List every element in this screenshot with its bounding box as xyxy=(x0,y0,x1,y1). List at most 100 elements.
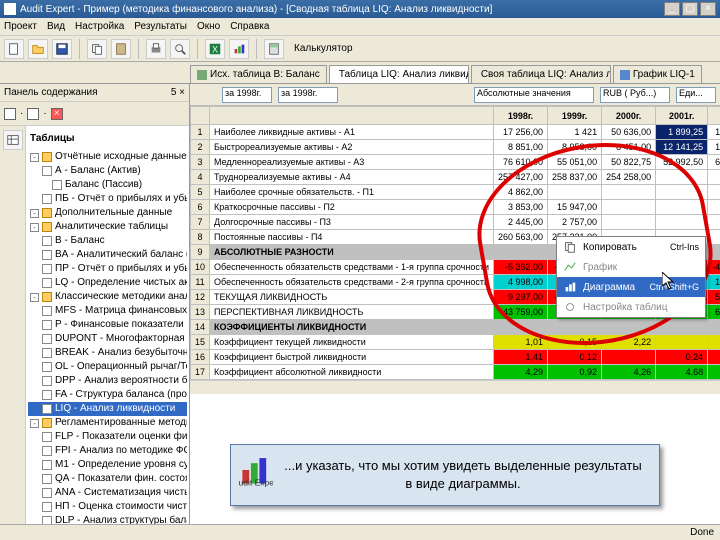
tree-node-label[interactable]: ANA - Систематизация чистых актив... xyxy=(55,486,187,500)
table-row[interactable]: 6Краткосрочные пассивы - П23 853,0015 94… xyxy=(191,200,720,215)
table-row[interactable]: 2Быстрореализуемые активы - А28 851,008 … xyxy=(191,140,720,155)
data-cell[interactable]: 8 958,00 xyxy=(548,140,602,155)
data-cell[interactable] xyxy=(656,335,708,350)
row-name[interactable]: Коэффициент абсолютной ликвидности xyxy=(210,365,494,380)
data-cell[interactable]: 50 822,75 xyxy=(602,155,656,170)
data-cell[interactable] xyxy=(708,230,720,245)
row-name[interactable]: Обеспеченность обязательств средствами -… xyxy=(210,260,494,275)
tree-node[interactable]: DUPONT - Многофакторная модель ... xyxy=(28,332,187,346)
chart-button[interactable] xyxy=(229,39,249,59)
tree-node-label[interactable]: LIQ - Анализ ликвидности xyxy=(55,402,175,416)
close-panel-button[interactable]: × xyxy=(51,108,63,120)
tree-node[interactable]: M1 - Определение уровня существ... xyxy=(28,458,187,472)
tree-node-label[interactable]: BA - Аналитический баланс (Россия) xyxy=(55,248,187,262)
preview-button[interactable] xyxy=(170,39,190,59)
period-combo2[interactable]: за 1998г. xyxy=(278,87,338,103)
row-name[interactable]: ПЕРСПЕКТИВНАЯ ЛИКВИДНОСТЬ xyxy=(210,305,494,320)
copy-button[interactable] xyxy=(87,39,107,59)
data-cell[interactable] xyxy=(708,350,720,365)
data-cell[interactable] xyxy=(656,215,708,230)
data-cell[interactable]: 4,29 xyxy=(493,365,547,380)
tree-node-label[interactable]: DPP - Анализ вероятности банкротства xyxy=(55,374,187,388)
tab-liq[interactable]: Таблица LIQ: Анализ ликвидности xyxy=(329,65,469,83)
expand-icon[interactable]: - xyxy=(30,293,39,302)
row-name[interactable]: Наиболее срочные обязательств. - П1 xyxy=(210,185,494,200)
data-cell[interactable]: 12 8 xyxy=(708,140,720,155)
calc-label[interactable]: Калькулятор xyxy=(288,43,359,54)
menu-settings[interactable]: Настройка xyxy=(75,21,124,32)
tree-node[interactable]: P - Финансовые показатели (нов. xyxy=(28,318,187,332)
row-name[interactable]: Коэффициент быстрой ликвидности xyxy=(210,350,494,365)
row-name[interactable]: Труднореализуемые активы - А4 xyxy=(210,170,494,185)
data-cell[interactable]: 1,01 xyxy=(493,335,547,350)
menu-help[interactable]: Справка xyxy=(230,21,269,32)
row-name[interactable]: Быстрореализуемые активы - А2 xyxy=(210,140,494,155)
collapse-all-button[interactable] xyxy=(27,108,39,120)
data-cell[interactable] xyxy=(602,215,656,230)
tree-node-label[interactable]: FPI - Анализ по методике ФСФО (Пр... xyxy=(55,444,187,458)
tree-node[interactable]: НП - Оценка стоимости чистых акт... xyxy=(28,500,187,514)
data-cell[interactable]: 260 563,00 xyxy=(493,230,547,245)
data-cell[interactable]: 4,26 xyxy=(602,365,656,380)
row-name[interactable]: ТЕКУЩАЯ ЛИКВИДНОСТЬ xyxy=(210,290,494,305)
data-cell[interactable] xyxy=(708,185,720,200)
data-cell[interactable]: 2 757,00 xyxy=(548,215,602,230)
data-cell[interactable]: 62 3 xyxy=(708,305,720,320)
data-cell[interactable]: 254 258,00 xyxy=(602,170,656,185)
unit-combo[interactable]: RUB ( Руб...) xyxy=(600,87,670,103)
table-row[interactable]: 17Коэффициент абсолютной ликвидности4,29… xyxy=(191,365,720,380)
tree-node[interactable]: DLP - Анализ структуры баланса П... xyxy=(28,514,187,524)
row-name[interactable]: Коэффициент текущей ликвидности xyxy=(210,335,494,350)
data-cell[interactable]: 2 445,00 xyxy=(493,215,547,230)
maximize-button[interactable]: ▢ xyxy=(682,2,698,16)
tree-node[interactable]: ПР - Отчёт о прибылях и убытках xyxy=(28,262,187,276)
ctx-table-settings[interactable]: Настройка таблиц xyxy=(557,297,705,317)
period-combo[interactable]: за 1998г. xyxy=(222,87,272,103)
menu-project[interactable]: Проект xyxy=(4,21,37,32)
data-cell[interactable]: 1 421 xyxy=(548,125,602,140)
tree-node[interactable]: BA - Аналитический баланс (Россия) xyxy=(28,248,187,262)
table-row[interactable]: 7Долгосрочные пассивы - П32 445,002 757,… xyxy=(191,215,720,230)
tree-node[interactable]: -Аналитические таблицы xyxy=(28,220,187,234)
tree-node[interactable]: BREAK - Анализ безубыточности xyxy=(28,346,187,360)
data-cell[interactable]: 0,15 xyxy=(548,335,602,350)
data-cell[interactable]: 17 256,00 xyxy=(493,125,547,140)
tree-node-label[interactable]: Классические методики анализа xyxy=(55,290,187,304)
data-cell[interactable]: 52 992,50 xyxy=(656,155,708,170)
data-cell[interactable]: 2,22 xyxy=(602,335,656,350)
data-cell[interactable]: 17 8 xyxy=(708,125,720,140)
tree-node-label[interactable]: M1 - Определение уровня существ... xyxy=(55,458,187,472)
tree-node[interactable]: - Классические методики анализа xyxy=(28,290,187,304)
data-cell[interactable]: 1 899,25 xyxy=(656,125,708,140)
row-name[interactable]: Наиболее ликвидные активы - А1 xyxy=(210,125,494,140)
data-cell[interactable] xyxy=(656,200,708,215)
tree-node[interactable]: ANA - Систематизация чистых актив... xyxy=(28,486,187,500)
table-row[interactable]: 16Коэффициент быстрой ликвидности1,410,1… xyxy=(191,350,720,365)
tab-liq-own[interactable]: Своя таблица LIQ: Анализ ликвидности xyxy=(471,65,611,83)
data-cell[interactable]: 65 1 xyxy=(708,155,720,170)
tree-node[interactable]: Баланс (Пассив) xyxy=(28,178,187,192)
tab-chart[interactable]: График LIQ-1 xyxy=(613,65,702,83)
tree-node-label[interactable]: Регламентированные методики ан... xyxy=(55,416,187,430)
tree-node-label[interactable]: QA - Показатели фин. состояния с... xyxy=(55,472,187,486)
tree-node-label[interactable]: DLP - Анализ структуры баланса П... xyxy=(55,514,187,524)
data-cell[interactable]: -49 4 xyxy=(708,260,720,275)
expand-icon[interactable]: - xyxy=(30,419,39,428)
open-button[interactable] xyxy=(28,39,48,59)
menu-view[interactable]: Вид xyxy=(47,21,65,32)
data-cell[interactable] xyxy=(708,170,720,185)
data-cell[interactable]: 57 8 xyxy=(708,290,720,305)
expand-all-button[interactable] xyxy=(4,108,16,120)
table-row[interactable]: 5Наиболее срочные обязательств. - П14 86… xyxy=(191,185,720,200)
year-header[interactable]: 1998г. xyxy=(493,107,547,125)
new-button[interactable] xyxy=(4,39,24,59)
tree-node-label[interactable]: Отчётные исходные данные xyxy=(55,150,187,164)
tree-node[interactable]: LQ - Определение чистых активов ... xyxy=(28,276,187,290)
table-row[interactable]: 4Труднореализуемые активы - А4257 427,00… xyxy=(191,170,720,185)
unit-combo2[interactable]: Еди... xyxy=(676,87,716,103)
tree-node-label[interactable]: Дополнительные данные xyxy=(55,206,172,220)
data-cell[interactable] xyxy=(708,200,720,215)
excel-button[interactable]: X xyxy=(205,39,225,59)
data-cell[interactable]: 0,12 xyxy=(548,350,602,365)
tree-node-label[interactable]: OL - Операционный рычаг/Точка ... xyxy=(55,360,187,374)
